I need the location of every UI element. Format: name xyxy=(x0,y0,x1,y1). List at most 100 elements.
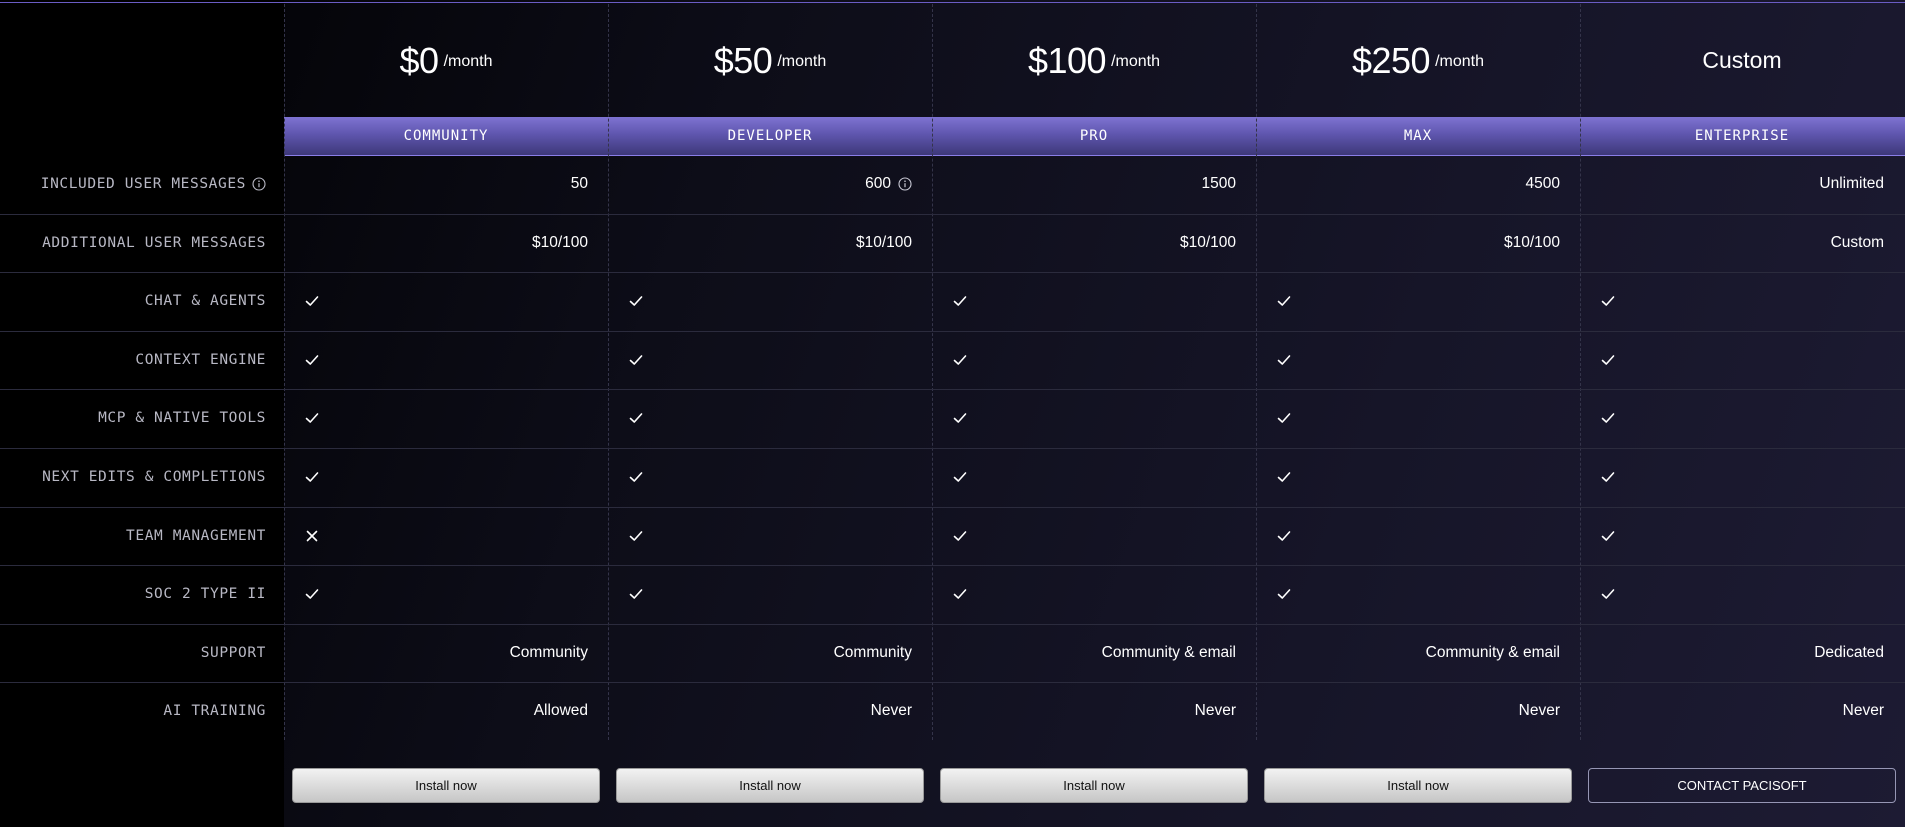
price-amount: $50 xyxy=(713,39,773,81)
feature-cell xyxy=(304,410,320,426)
cell-value: $10/100 xyxy=(1179,234,1236,251)
cell-value: 600 xyxy=(865,175,891,192)
cell-value: Community xyxy=(509,644,588,661)
row-divider xyxy=(0,389,1905,390)
row-label: CHAT & AGENTS xyxy=(0,272,266,330)
row-label-text: NEXT EDITS & COMPLETIONS xyxy=(42,469,266,485)
contact-sales-button[interactable]: CONTACT PACISOFT xyxy=(1588,768,1896,803)
install-button-pro[interactable]: Install now xyxy=(940,768,1248,803)
plan-price-developer: $50/month xyxy=(608,4,932,117)
value-cell: Dedicated xyxy=(1580,624,1884,682)
install-button-community[interactable]: Install now xyxy=(292,768,600,803)
cell-value: $10/100 xyxy=(855,234,912,251)
row-label: SUPPORT xyxy=(0,624,266,682)
check-icon xyxy=(305,413,319,423)
value-cell: Allowed xyxy=(284,682,588,740)
row-label-text: MCP & NATIVE TOOLS xyxy=(98,410,266,426)
row-label-text: TEAM MANAGEMENT xyxy=(126,528,266,544)
install-button-max[interactable]: Install now xyxy=(1264,768,1572,803)
check-icon xyxy=(1601,531,1615,541)
value-cell: 1500 xyxy=(932,155,1236,213)
value-cell: $10/100 xyxy=(284,214,588,272)
cell-value: Never xyxy=(1518,702,1560,719)
check-icon xyxy=(1277,589,1291,599)
pricing-comparison: $0/month COMMUNITY $50/month DEVELOPER $100/… xyxy=(0,0,1905,827)
cell-value: 50 xyxy=(570,175,588,192)
feature-cell xyxy=(1276,469,1292,485)
row-label-text: INCLUDED USER MESSAGES xyxy=(40,176,246,192)
check-icon xyxy=(629,355,643,365)
check-icon xyxy=(1277,413,1291,423)
price-period: /month xyxy=(777,52,827,70)
plan-price-community: $0/month xyxy=(284,4,608,117)
value-cell: Custom xyxy=(1580,214,1884,272)
check-icon xyxy=(1601,413,1615,423)
cell-value: Community xyxy=(833,644,912,661)
row-label-text: SUPPORT xyxy=(200,645,266,661)
feature-cell xyxy=(1276,528,1292,544)
price-amount: $0 xyxy=(399,39,440,81)
feature-cell xyxy=(304,293,320,309)
check-icon xyxy=(629,413,643,423)
check-icon xyxy=(629,296,643,306)
value-cell: Never xyxy=(1580,682,1884,740)
row-label: CONTEXT ENGINE xyxy=(0,331,266,389)
price-amount: $250 xyxy=(1351,39,1431,81)
row-label: INCLUDED USER MESSAGES xyxy=(0,155,266,213)
check-icon xyxy=(1277,472,1291,482)
value-cell: 4500 xyxy=(1256,155,1560,213)
install-button-developer[interactable]: Install now xyxy=(616,768,924,803)
plan-price-enterprise: Custom xyxy=(1580,4,1904,117)
row-divider xyxy=(0,507,1905,508)
price-period: /month xyxy=(1111,52,1160,70)
check-icon xyxy=(953,589,967,599)
check-icon xyxy=(1277,355,1291,365)
feature-cell xyxy=(1600,352,1616,368)
value-cell: Unlimited xyxy=(1580,155,1884,213)
check-icon xyxy=(1601,355,1615,365)
info-icon[interactable] xyxy=(252,177,266,191)
cell-value: Allowed xyxy=(533,702,588,719)
cell-value: Community & email xyxy=(1101,644,1236,661)
check-icon xyxy=(953,296,967,306)
row-divider xyxy=(0,272,1905,273)
tier-name-community: COMMUNITY xyxy=(403,128,489,144)
cell-value: Never xyxy=(1842,702,1884,719)
cell-value: Dedicated xyxy=(1814,644,1884,661)
feature-cell xyxy=(1600,586,1616,602)
feature-cell xyxy=(1276,410,1292,426)
feature-cell xyxy=(952,586,968,602)
price-amount: Custom xyxy=(1702,47,1782,73)
cell-value: Unlimited xyxy=(1819,175,1884,192)
row-divider xyxy=(0,565,1905,566)
feature-cell xyxy=(628,293,644,309)
value-cell: 600 xyxy=(608,155,912,213)
check-icon xyxy=(1277,531,1291,541)
feature-cell xyxy=(952,410,968,426)
cell-value: Community & email xyxy=(1425,644,1560,661)
check-icon xyxy=(1277,296,1291,306)
check-icon xyxy=(305,472,319,482)
price-period: /month xyxy=(443,52,493,70)
check-icon xyxy=(629,589,643,599)
row-label: ADDITIONAL USER MESSAGES xyxy=(0,214,266,272)
value-cell: Never xyxy=(608,682,912,740)
value-cell: $10/100 xyxy=(932,214,1236,272)
check-icon xyxy=(1601,589,1615,599)
feature-cell xyxy=(1600,410,1616,426)
feature-cell xyxy=(1600,293,1616,309)
check-icon xyxy=(953,472,967,482)
tier-name-developer: DEVELOPER xyxy=(727,128,813,144)
value-cell: Never xyxy=(1256,682,1560,740)
row-label: MCP & NATIVE TOOLS xyxy=(0,389,266,447)
feature-cell xyxy=(1276,352,1292,368)
plan-price-pro: $100/month xyxy=(932,4,1256,117)
value-cell: $10/100 xyxy=(608,214,912,272)
info-icon[interactable] xyxy=(898,177,912,191)
feature-cell xyxy=(1600,528,1616,544)
cell-value: Custom xyxy=(1830,234,1884,251)
check-icon xyxy=(305,296,319,306)
check-icon xyxy=(953,413,967,423)
feature-cell xyxy=(628,528,644,544)
check-icon xyxy=(629,531,643,541)
